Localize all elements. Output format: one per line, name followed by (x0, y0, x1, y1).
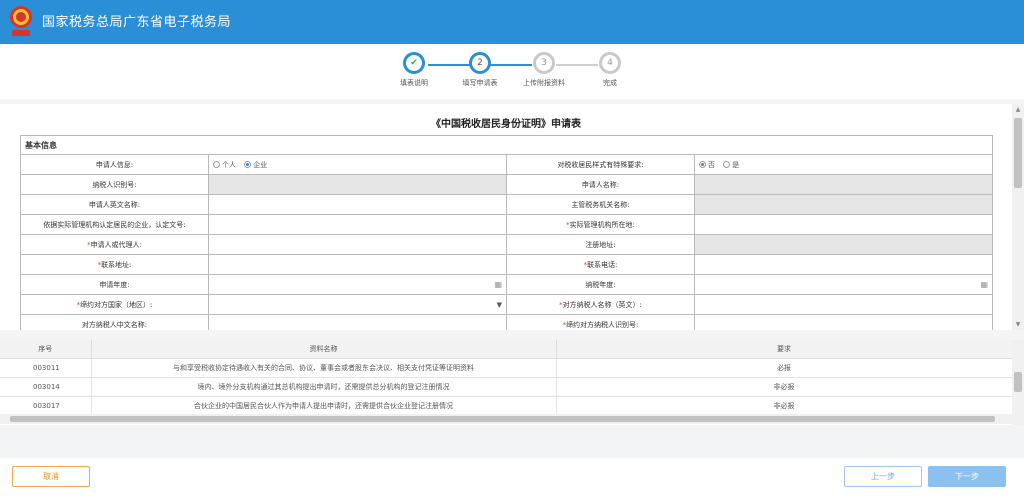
scroll-up-icon[interactable]: ▲ (1012, 106, 1024, 113)
step-4: 4 完成 (565, 52, 655, 88)
field-label: 对方纳税人中文名称: (20, 314, 209, 330)
agent-input[interactable] (208, 234, 507, 255)
radio-yes[interactable]: 是 (723, 160, 739, 169)
field-label: 申请人英文名称: (20, 194, 209, 215)
contact-address-input[interactable] (208, 254, 507, 275)
taxpayer-id-field (208, 174, 507, 195)
contact-phone-input[interactable] (694, 254, 993, 275)
radio-selected-icon[interactable] (699, 160, 706, 168)
field-label: 主管税务机关名称: (506, 194, 695, 215)
english-name-input[interactable] (208, 194, 507, 215)
app-header: 国家税务总局广东省电子税务局 (0, 0, 1024, 44)
form-scrollbar[interactable]: ▲ ▼ (1012, 104, 1024, 330)
field-label: 申请人信息: (20, 154, 209, 175)
form-title: 《中国税收居民身份证明》申请表 (431, 119, 581, 130)
radio-individual[interactable]: 个人 (213, 160, 236, 169)
applicant-type-radio-group: 个人 企业 (208, 154, 507, 175)
documents-table: 序号 资料名称 要求 003011 与和享受税收协定待遇收入有关的合同、协议、董… (0, 340, 1013, 416)
step-number: 3 (533, 52, 555, 74)
scroll-down-icon[interactable]: ▼ (1012, 321, 1024, 328)
tax-emblem-icon (10, 6, 32, 36)
step-label: 完成 (603, 79, 617, 87)
next-step-button[interactable]: 下一步 (928, 466, 1006, 487)
tax-year-input[interactable]: ▦ (694, 274, 993, 295)
field-label: 注册地址: (506, 234, 695, 255)
counter-id-input[interactable] (694, 314, 993, 330)
documents-vertical-scrollbar[interactable] (1012, 340, 1024, 425)
column-header: 序号 (0, 340, 92, 359)
radio-no[interactable]: 否 (699, 160, 715, 169)
apply-year-input[interactable]: ▦ (208, 274, 507, 295)
reg-address-field (694, 234, 993, 255)
calendar-icon[interactable]: ▦ (980, 280, 988, 289)
radio-selected-icon[interactable] (244, 160, 252, 168)
field-label: *联系电话: (506, 254, 695, 275)
scrollbar-thumb[interactable] (1014, 372, 1022, 392)
check-icon: ✔ (403, 52, 425, 74)
scrollbar-thumb[interactable] (1014, 118, 1022, 188)
applicant-name-field (694, 174, 993, 195)
resident-doc-input[interactable] (208, 214, 507, 235)
mgmt-location-input[interactable] (694, 214, 993, 235)
column-header: 资料名称 (91, 340, 557, 359)
calendar-icon[interactable]: ▦ (494, 280, 502, 289)
field-label: 纳税年度: (506, 274, 695, 295)
documents-horizontal-scrollbar[interactable] (0, 414, 1012, 424)
step-number: 2 (469, 52, 491, 74)
field-label: 依据实际管理机构认定居民的企业，认定文号: (20, 214, 209, 235)
dropdown-arrow-icon[interactable]: ▼ (497, 301, 502, 309)
counter-cn-name-input[interactable] (208, 314, 507, 330)
previous-step-button[interactable]: 上一步 (844, 466, 922, 487)
field-label: *缔约对方纳税人识别号: (506, 314, 695, 330)
field-label: *申请人或代理人: (20, 234, 209, 255)
radio-icon[interactable] (723, 160, 731, 168)
field-label: *缔约对方国家（地区）: (20, 294, 209, 315)
radio-icon[interactable] (213, 160, 220, 168)
column-header: 要求 (556, 340, 1013, 359)
app-title: 国家税务总局广东省电子税务局 (42, 15, 232, 30)
cancel-button[interactable]: 取消 (12, 466, 90, 487)
field-label: 申请年度: (20, 274, 209, 295)
country-select[interactable]: ▼ (208, 294, 507, 315)
field-label: *实际管理机构所在地: (506, 214, 695, 235)
basic-info-table: 基本信息 申请人信息: 个人 企业 对税收居民样式有特殊要求: 否 是 纳税人识… (20, 135, 993, 330)
tax-authority-field (694, 194, 993, 215)
field-label: *对方纳税人名称（英文）: (506, 294, 695, 315)
radio-enterprise[interactable]: 企业 (244, 160, 267, 169)
field-label: 对税收居民样式有特殊要求: (506, 154, 695, 175)
section-heading: 基本信息 (20, 135, 993, 155)
special-req-radio-group: 否 是 (694, 154, 993, 175)
table-row[interactable]: 003011 与和享受税收协定待遇收入有关的合同、协议、董事会或者股东会决议、相… (0, 358, 1013, 378)
footer-actions: 取消 上一步 下一步 (0, 458, 1024, 503)
field-label: *联系地址: (20, 254, 209, 275)
table-row[interactable]: 003014 境内、境外分支机构通过其总机构提出申请时，还需提供总分机构的登记注… (0, 377, 1013, 397)
table-row[interactable]: 003017 合伙企业的中国居民合伙人作为申请人提出申请时，还需提供合伙企业登记… (0, 396, 1013, 416)
application-form-panel: 《中国税收居民身份证明》申请表 基本信息 申请人信息: 个人 企业 对税收居民样… (0, 104, 1012, 330)
documents-list: 序号 资料名称 要求 003011 与和享受税收协定待遇收入有关的合同、协议、董… (0, 340, 1024, 425)
counter-en-name-input[interactable] (694, 294, 993, 315)
field-label: 申请人名称: (506, 174, 695, 195)
progress-steps: ✔ 填表说明 2 填写申请表 3 上传附报资料 4 完成 (0, 44, 1024, 99)
step-number: 4 (599, 52, 621, 74)
field-label: 纳税人识别号: (20, 174, 209, 195)
scrollbar-thumb[interactable] (10, 416, 995, 422)
